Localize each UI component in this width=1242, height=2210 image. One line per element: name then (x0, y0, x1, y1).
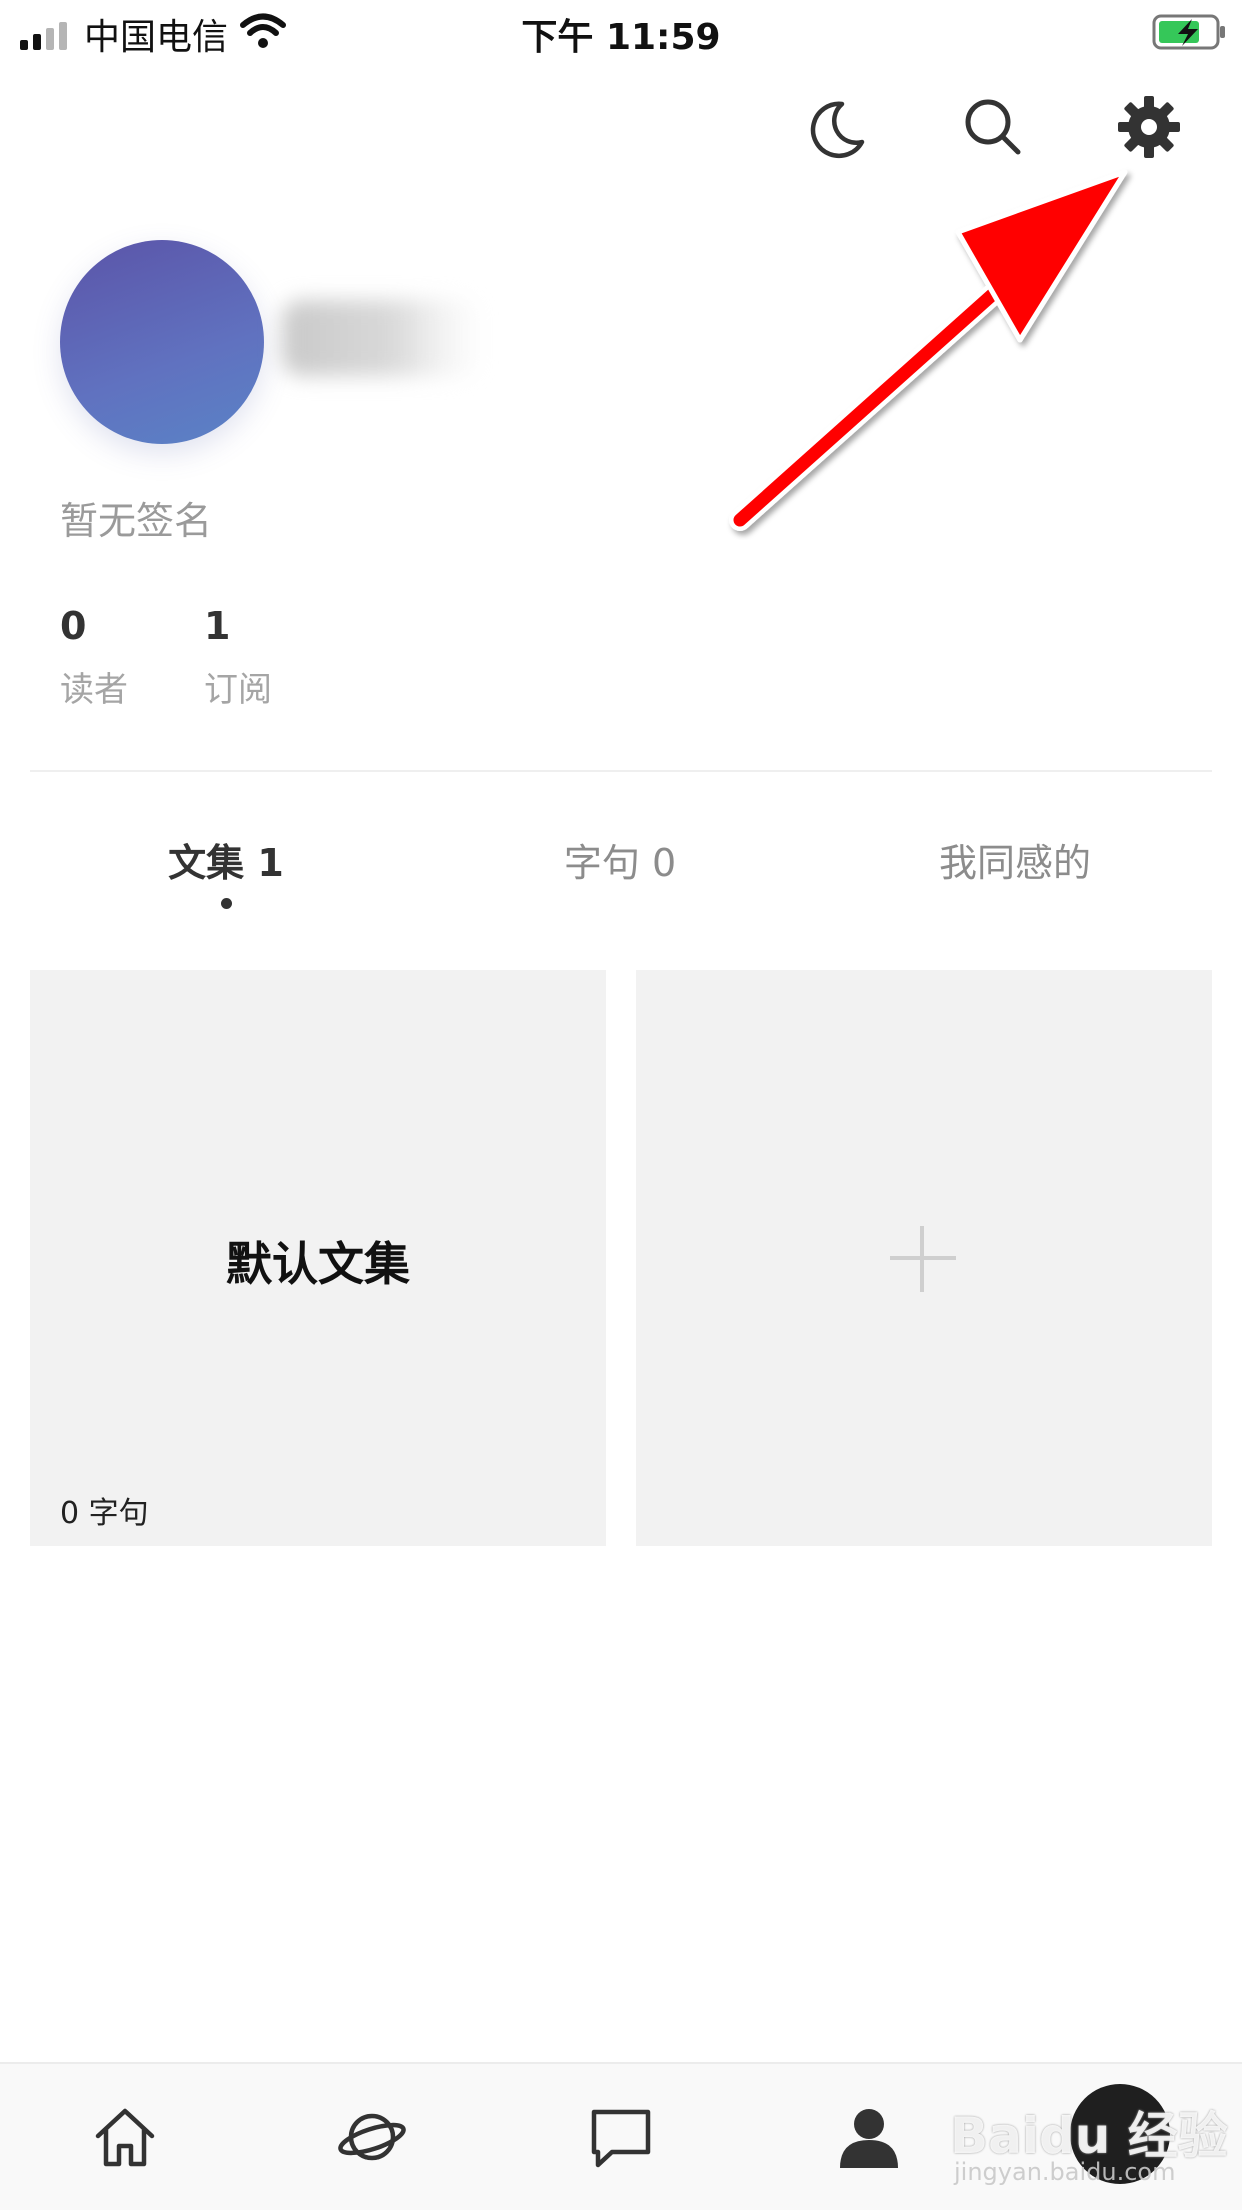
night-mode-button[interactable] (802, 94, 872, 164)
avatar[interactable] (60, 240, 264, 444)
add-collection-button[interactable] (636, 970, 1212, 1546)
divider (30, 770, 1212, 772)
tab-label: 字句 0 (563, 841, 677, 885)
status-bar: 中国电信 下午 11:59 (0, 0, 1242, 64)
stat-subscriptions[interactable]: 1 订阅 (204, 604, 272, 711)
profile-icon (834, 2109, 904, 2176)
tab-sentences[interactable]: 字句 0 (500, 832, 740, 887)
nav-profile[interactable] (834, 2102, 904, 2172)
search-button[interactable] (958, 92, 1028, 162)
stat-readers[interactable]: 0 读者 (60, 604, 128, 711)
tab-active-indicator (221, 898, 232, 909)
home-icon (90, 2108, 160, 2176)
nav-home[interactable] (90, 2102, 160, 2172)
stat-value: 1 (204, 604, 231, 648)
stat-label: 读者 (60, 670, 128, 710)
discover-planet-icon (337, 2113, 407, 2176)
settings-button[interactable] (1114, 92, 1184, 162)
tab-label: 我同感的 (938, 841, 1091, 885)
status-time: 下午 11:59 (521, 17, 721, 58)
stat-label: 订阅 (204, 670, 272, 710)
watermark-url: jingyan.baidu.com (954, 2158, 1176, 2186)
annotation-arrow (720, 160, 1140, 540)
username-blurred (282, 300, 482, 376)
tab-label: 文集 1 (168, 841, 284, 885)
tab-liked[interactable]: 我同感的 (895, 832, 1135, 887)
tab-collections[interactable]: 文集 1 (106, 832, 346, 887)
nav-discover[interactable] (337, 2102, 407, 2172)
stat-value: 0 (60, 604, 87, 648)
collection-card-default[interactable]: 默认文集 0 字句 (30, 970, 606, 1546)
collection-title: 默认文集 (226, 1237, 410, 1291)
message-icon (586, 2109, 656, 2176)
nav-messages[interactable] (586, 2102, 656, 2172)
battery-icon (1152, 14, 1228, 50)
profile-signature: 暂无签名 (60, 499, 213, 543)
collection-count: 0 字句 (60, 1496, 149, 1531)
